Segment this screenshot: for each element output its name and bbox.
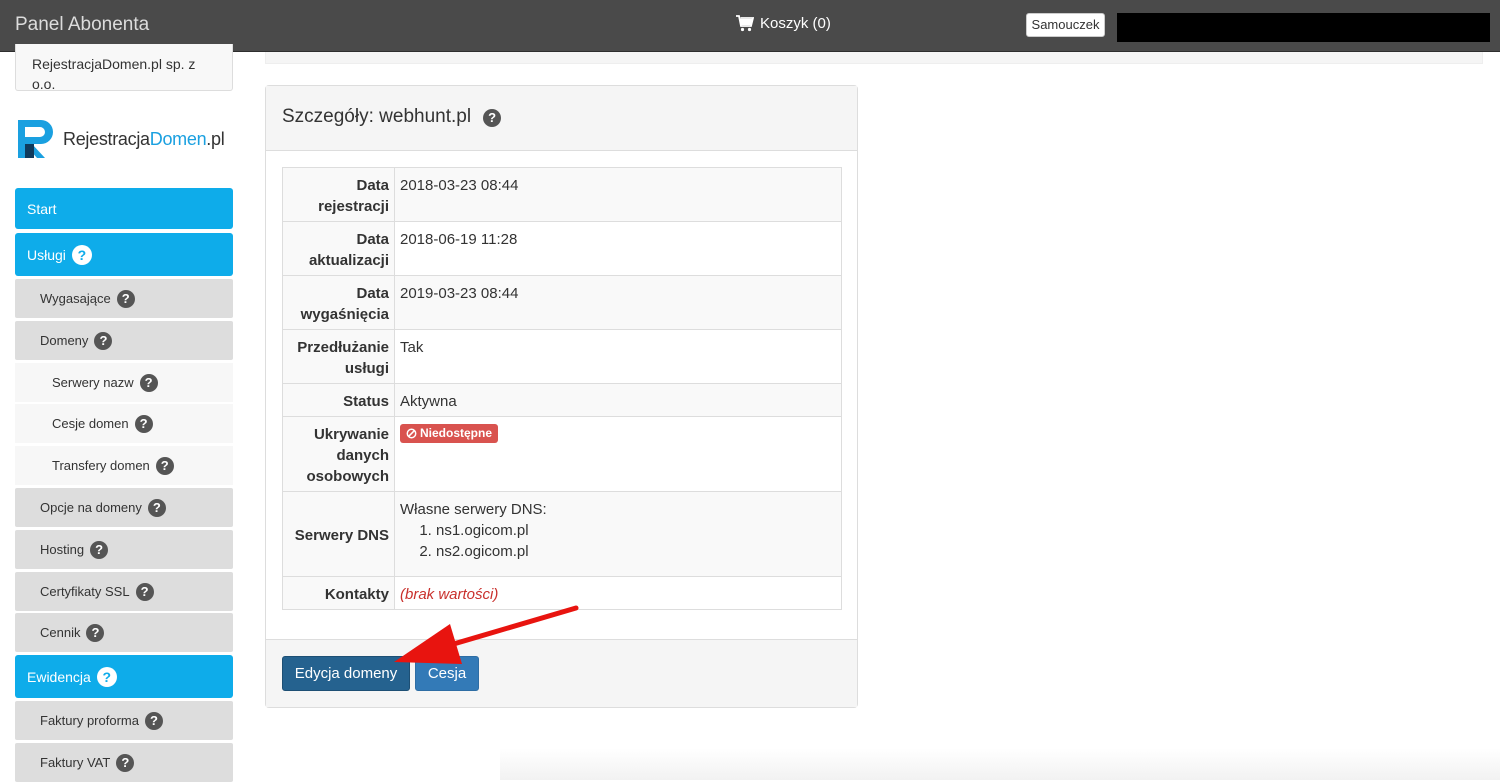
dns-intro: Własne serwery DNS: [400, 501, 547, 518]
company-name-line2: o.o. [32, 76, 56, 91]
help-icon[interactable]: ? [94, 331, 113, 350]
sidebar-item-label: Opcje na domeny [40, 500, 142, 515]
table-row: Ukrywanie danych osobowych Niedostępne [282, 416, 842, 492]
table-row: Data aktualizacji 2018-06-19 11:28 [282, 221, 842, 276]
sidebar-item-label: Wygasające [40, 291, 111, 306]
empty-value: (brak wartości) [400, 586, 499, 603]
row-label: Data wygaśnięcia [282, 275, 395, 330]
sidebar-item-label: Faktury proforma [40, 713, 139, 728]
sidebar-item-start[interactable]: Start [15, 188, 233, 229]
sidebar-item-uslugi[interactable]: Usługi ? [15, 233, 233, 276]
row-value: (brak wartości) [394, 576, 842, 610]
bottom-shade [500, 748, 1500, 780]
cart-icon [736, 15, 754, 32]
sidebar-item-label: Usługi [27, 246, 66, 263]
sidebar-item-label: Faktury VAT [40, 755, 111, 770]
help-icon[interactable]: ? [71, 244, 92, 265]
panel-heading: Szczegóły: webhunt.pl ? [266, 86, 857, 151]
sidebar-item-certyfikaty-ssl[interactable]: Certyfikaty SSL ? [15, 572, 233, 611]
redacted-user-area [1117, 13, 1490, 42]
sidebar-item-label: Cesje domen [52, 416, 129, 431]
row-value: Tak [394, 329, 842, 384]
row-label: Przedłużanie usługi [282, 329, 395, 384]
panel-title: Szczegóły: webhunt.pl [282, 106, 472, 127]
company-info: RejestracjaDomen.pl sp. z o.o. [15, 44, 233, 91]
sidebar-item-opcje-na-domeny[interactable]: Opcje na domeny ? [15, 488, 233, 527]
sidebar-item-domeny[interactable]: Domeny ? [15, 321, 233, 360]
table-row: Przedłużanie usługi Tak [282, 329, 842, 384]
transfer-domain-button[interactable]: Cesja [415, 656, 479, 691]
sidebar-item-faktury-proforma[interactable]: Faktury proforma ? [15, 701, 233, 740]
badge-label: Niedostępne [420, 426, 493, 440]
rejestracjadomen-logo-icon [18, 120, 53, 158]
help-icon[interactable]: ? [86, 623, 105, 642]
cart-label: Koszyk (0) [760, 15, 831, 32]
tutorial-button[interactable]: Samouczek [1026, 13, 1105, 37]
row-label: Serwery DNS [282, 491, 395, 577]
app-title[interactable]: Panel Abonenta [15, 14, 149, 36]
help-icon[interactable]: ? [147, 498, 166, 517]
table-row: Kontakty (brak wartości) [282, 576, 842, 610]
help-icon[interactable]: ? [144, 711, 163, 730]
sidebar-item-faktury-vat[interactable]: Faktury VAT ? [15, 743, 233, 782]
logo-text: RejestracjaDomen.pl [63, 128, 225, 149]
help-icon[interactable]: ? [139, 373, 158, 392]
sidebar-item-label: Start [27, 200, 57, 217]
row-label: Data rejestracji [282, 167, 395, 222]
sidebar-item-label: Certyfikaty SSL [40, 584, 130, 599]
company-name-line1: RejestracjaDomen.pl sp. z [32, 56, 196, 72]
sidebar-item-wygasajace[interactable]: Wygasające ? [15, 279, 233, 318]
sidebar-item-label: Domeny [40, 333, 89, 348]
sidebar-item-label: Hosting [40, 542, 85, 557]
help-icon[interactable]: ? [155, 456, 174, 475]
domain-details-table: Data rejestracji 2018-03-23 08:44 Data a… [282, 167, 842, 610]
table-row: Data rejestracji 2018-03-23 08:44 [282, 167, 842, 222]
list-item: ns1.ogicom.pl [436, 520, 836, 541]
row-value: 2018-03-23 08:44 [394, 167, 842, 222]
row-value: Własne serwery DNS: ns1.ogicom.pl ns2.og… [394, 491, 842, 577]
sidebar-item-transfery-domen[interactable]: Transfery domen ? [15, 446, 233, 485]
help-icon[interactable]: ? [116, 753, 135, 772]
dns-server-list: ns1.ogicom.pl ns2.ogicom.pl [400, 520, 836, 562]
sidebar-item-label: Serwery nazw [52, 375, 134, 390]
help-icon[interactable]: ? [134, 414, 153, 433]
help-icon[interactable]: ? [96, 666, 117, 687]
row-value: Niedostępne [394, 416, 842, 492]
help-icon[interactable]: ? [116, 289, 135, 308]
content-top-strip [265, 52, 1483, 64]
sidebar-item-label: Cennik [40, 625, 81, 640]
cart-link[interactable]: Koszyk (0) [736, 15, 831, 32]
row-value: 2019-03-23 08:44 [394, 275, 842, 330]
sidebar-item-cennik[interactable]: Cennik ? [15, 613, 233, 652]
row-label: Kontakty [282, 576, 395, 610]
row-label: Ukrywanie danych osobowych [282, 416, 395, 492]
sidebar-item-serwery-nazw[interactable]: Serwery nazw ? [15, 363, 233, 402]
help-icon[interactable]: ? [90, 540, 109, 559]
table-row: Status Aktywna [282, 383, 842, 417]
company-logo[interactable]: RejestracjaDomen.pl [15, 117, 225, 161]
table-row: Serwery DNS Własne serwery DNS: ns1.ogic… [282, 491, 842, 577]
row-label: Data aktualizacji [282, 221, 395, 276]
sidebar-item-label: Transfery domen [52, 458, 150, 473]
sidebar-item-cesje-domen[interactable]: Cesje domen ? [15, 404, 233, 443]
table-row: Data wygaśnięcia 2019-03-23 08:44 [282, 275, 842, 330]
unavailable-badge: Niedostępne [400, 424, 499, 443]
edit-domain-button[interactable]: Edycja domeny [282, 656, 410, 691]
row-label: Status [282, 383, 395, 417]
help-icon[interactable]: ? [135, 582, 154, 601]
sidebar-item-label: Ewidencja [27, 668, 91, 685]
row-value: Aktywna [394, 383, 842, 417]
list-item: ns2.ogicom.pl [436, 541, 836, 562]
row-value: 2018-06-19 11:28 [394, 221, 842, 276]
sidebar-item-hosting[interactable]: Hosting ? [15, 530, 233, 569]
help-icon[interactable]: ? [483, 109, 502, 127]
sidebar-item-ewidencja[interactable]: Ewidencja ? [15, 655, 233, 698]
ban-icon [406, 428, 417, 439]
domain-details-panel: Szczegóły: webhunt.pl ? Data rejestracji… [265, 85, 858, 708]
